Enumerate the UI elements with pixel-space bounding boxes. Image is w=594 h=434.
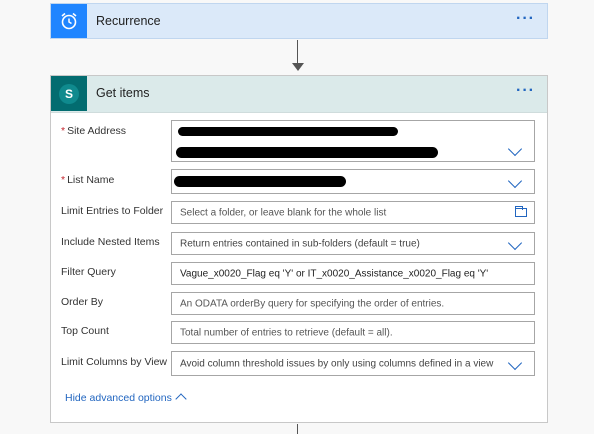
limit-columns-value: Avoid column threshold issues by only us…	[180, 358, 494, 369]
order-by-field[interactable]: An ODATA orderBy query for specifying th…	[171, 292, 535, 315]
filter-query-field[interactable]: Vague_x0020_Flag eq 'Y' or IT_x0020_Assi…	[171, 262, 535, 285]
top-count-label: Top Count	[61, 325, 109, 337]
include-nested-field[interactable]: Return entries contained in sub-folders …	[171, 232, 535, 255]
limit-columns-label: Limit Columns by View	[61, 356, 168, 368]
redaction	[176, 147, 438, 158]
recurrence-more-button[interactable]: ···	[516, 10, 535, 28]
limit-entries-field[interactable]: Select a folder, or leave blank for the …	[171, 201, 535, 224]
limit-entries-label: Limit Entries to Folder	[61, 205, 164, 217]
required-marker: *	[61, 174, 66, 186]
order-by-label: Order By	[61, 296, 104, 308]
chevron-down-icon[interactable]	[507, 141, 523, 157]
folder-icon[interactable]	[515, 206, 527, 217]
order-by-placeholder: An ODATA orderBy query for specifying th…	[180, 298, 445, 309]
get-items-header[interactable]: S Get items ···	[51, 76, 547, 113]
chevron-down-icon[interactable]	[507, 235, 523, 251]
connector-arrow-icon	[292, 63, 304, 71]
recurrence-card[interactable]: Recurrence ···	[50, 3, 548, 39]
redaction	[174, 176, 346, 187]
limit-entries-placeholder: Select a folder, or leave blank for the …	[180, 207, 387, 218]
get-items-card: S Get items ··· * Site Address * List Name…	[50, 75, 548, 423]
hide-advanced-options-link[interactable]: Hide advanced options	[65, 392, 172, 404]
chevron-down-icon[interactable]	[507, 355, 523, 371]
include-nested-value: Return entries contained in sub-folders …	[180, 238, 420, 249]
chevron-down-icon[interactable]	[507, 173, 523, 189]
site-address-field[interactable]	[171, 120, 535, 162]
chevron-up-icon[interactable]	[175, 393, 187, 405]
filter-query-label: Filter Query	[61, 266, 116, 278]
sharepoint-icon: S	[51, 76, 87, 111]
top-count-placeholder: Total number of entries to retrieve (def…	[180, 327, 393, 338]
list-name-label: * List Name	[61, 174, 115, 186]
get-items-more-button[interactable]: ···	[516, 82, 535, 100]
top-count-field[interactable]: Total number of entries to retrieve (def…	[171, 321, 535, 344]
required-marker: *	[61, 125, 66, 137]
recurrence-title: Recurrence	[96, 14, 161, 28]
filter-query-value: Vague_x0020_Flag eq 'Y' or IT_x0020_Assi…	[180, 268, 489, 279]
connector-line	[297, 424, 298, 434]
include-nested-label: Include Nested Items	[61, 236, 160, 248]
site-address-label: * Site Address	[61, 125, 127, 137]
get-items-title: Get items	[96, 86, 150, 100]
list-name-field[interactable]	[171, 169, 535, 194]
redaction	[178, 127, 398, 136]
alarm-clock-icon	[51, 4, 87, 38]
limit-columns-field[interactable]: Avoid column threshold issues by only us…	[171, 351, 535, 376]
